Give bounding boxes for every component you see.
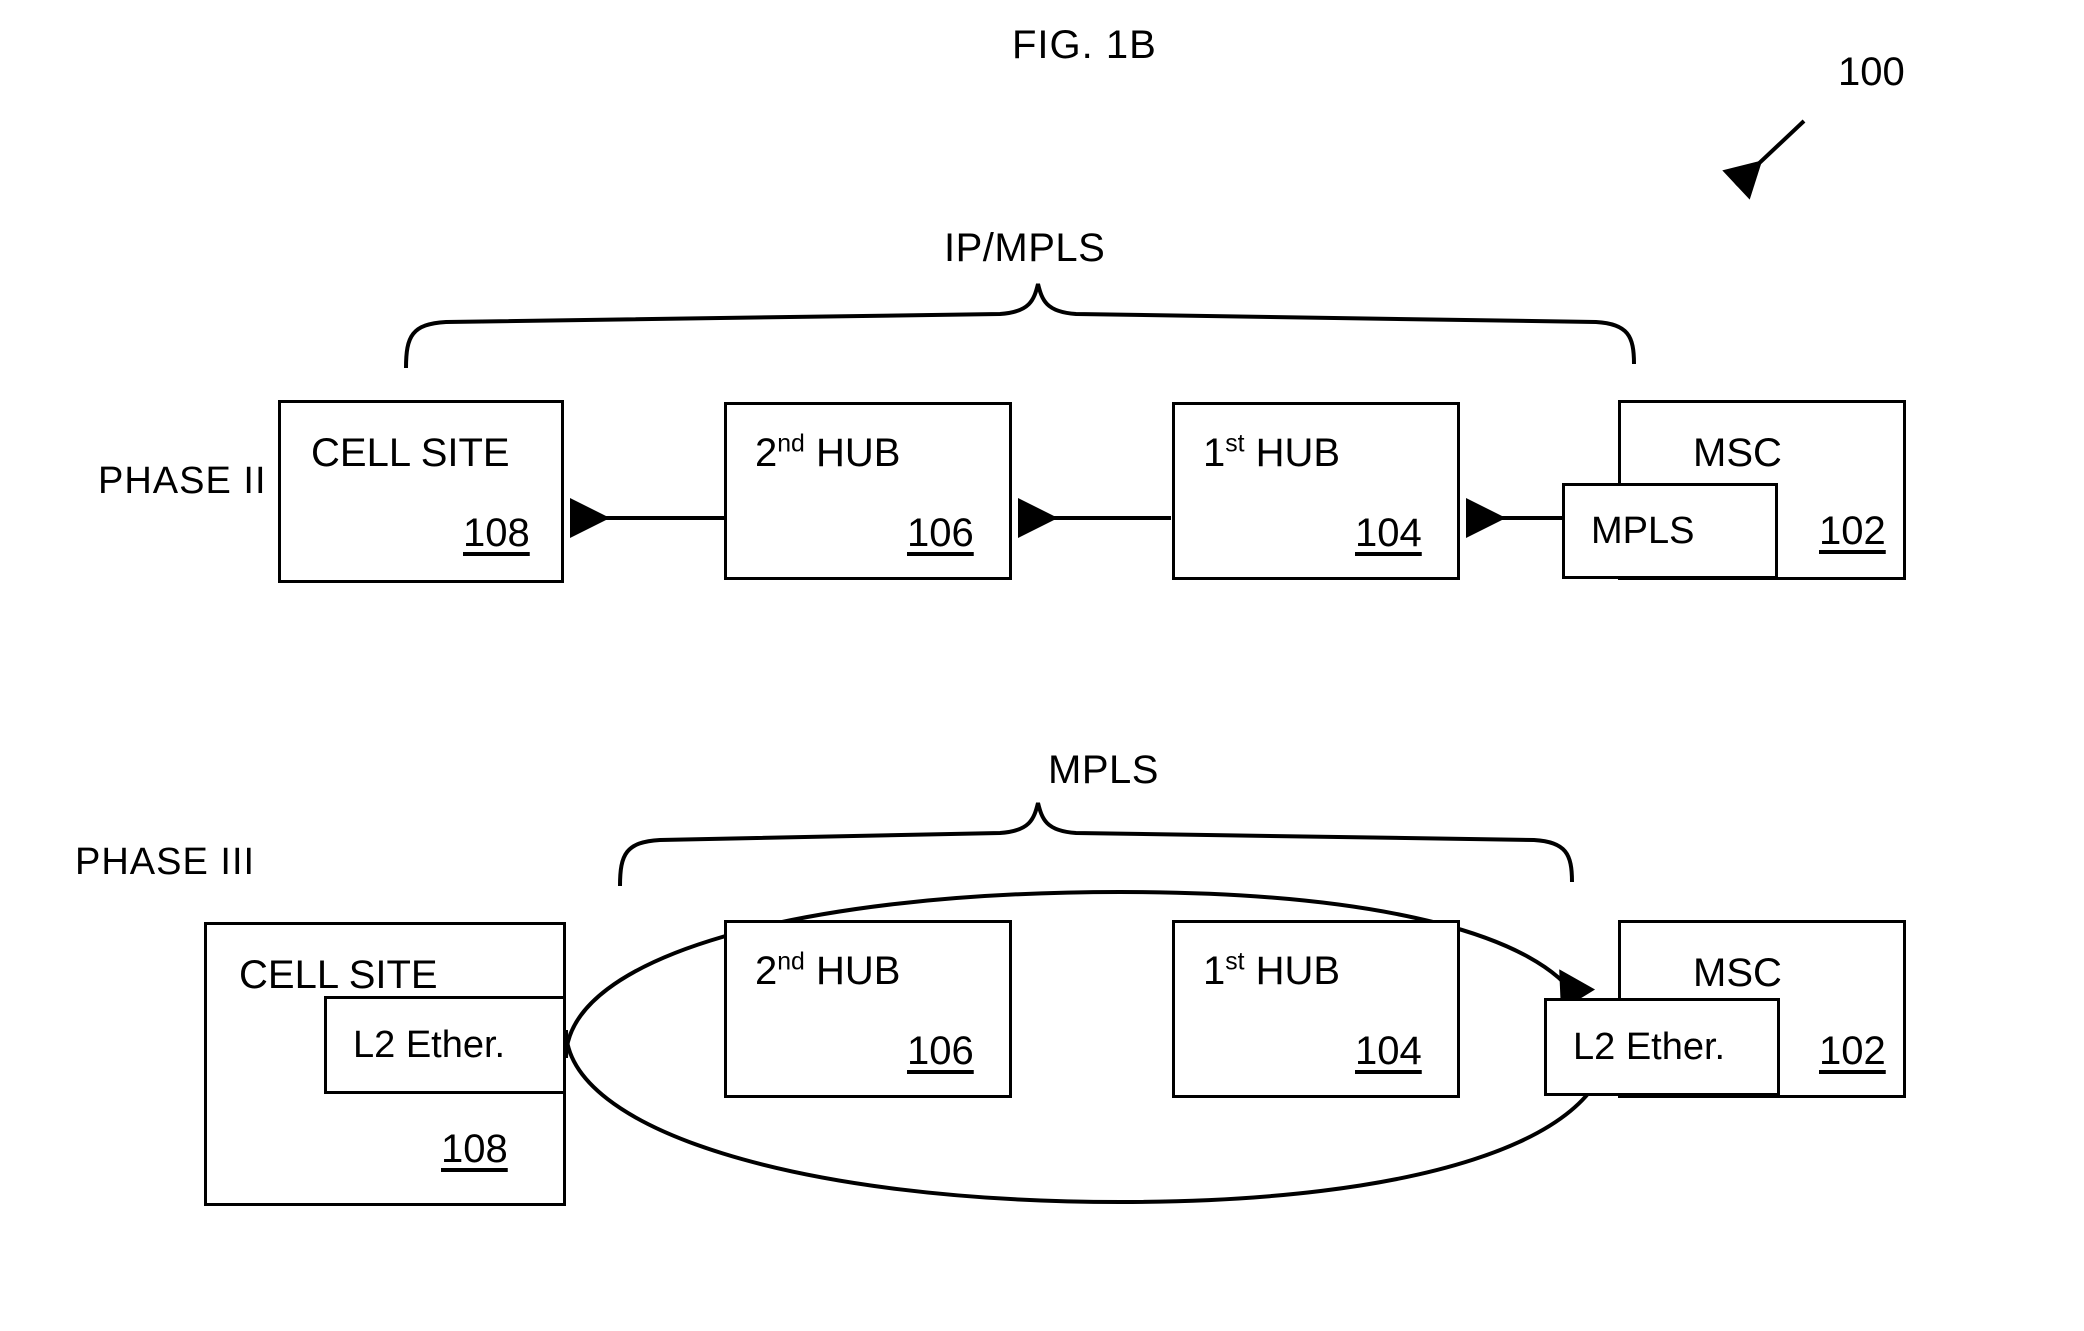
phase-3-first-hub-title: 1st HUB bbox=[1203, 949, 1340, 994]
system-reference-number: 100 bbox=[1838, 50, 1905, 94]
phase-3-msc-ref: 102 bbox=[1819, 1029, 1886, 1073]
phase-3-cell-site-sub-box-label: L2 Ether. bbox=[353, 1023, 506, 1066]
phase-2-node-cell-site[interactable]: CELL SITE 108 bbox=[278, 400, 564, 583]
phase-2-brace bbox=[404, 283, 1636, 369]
phase-2-cell-site-title: CELL SITE bbox=[311, 431, 510, 475]
phase-3-node-second-hub[interactable]: 2nd HUB 106 bbox=[724, 920, 1012, 1098]
phase-3-cell-site-sub-box-l2-ether[interactable]: L2 Ether. bbox=[324, 996, 566, 1094]
phase-3-label: PHASE III bbox=[75, 841, 256, 883]
phase-2-first-hub-ref: 104 bbox=[1355, 511, 1422, 555]
phase-3-second-hub-title-suffix: HUB bbox=[804, 949, 901, 993]
phase-3-first-hub-ref: 104 bbox=[1355, 1029, 1422, 1073]
phase-3-second-hub-title: 2nd HUB bbox=[755, 949, 900, 994]
phase-2-msc-sub-box-mpls[interactable]: MPLS bbox=[1562, 483, 1778, 579]
phase-2-second-hub-ref: 106 bbox=[907, 511, 974, 555]
phase-2-msc-ref: 102 bbox=[1819, 509, 1886, 553]
phase-3-msc-sub-box-l2-ether[interactable]: L2 Ether. bbox=[1544, 998, 1780, 1096]
figure-title: FIG. 1B bbox=[1012, 23, 1157, 67]
phase-3-second-hub-title-sup: nd bbox=[777, 948, 805, 976]
phase-3-brace-label: MPLS bbox=[1048, 748, 1159, 792]
phase-3-first-hub-title-sup: st bbox=[1225, 948, 1245, 976]
phase-2-second-hub-title-sup: nd bbox=[777, 430, 805, 458]
phase-2-msc-title: MSC bbox=[1693, 431, 1782, 475]
phase-3-second-hub-ref: 106 bbox=[907, 1029, 974, 1073]
phase-3-cell-site-title: CELL SITE bbox=[239, 953, 438, 997]
phase-3-first-hub-title-suffix: HUB bbox=[1244, 949, 1341, 993]
phase-3-node-first-hub[interactable]: 1st HUB 104 bbox=[1172, 920, 1460, 1098]
phase-3-cell-site-ref: 108 bbox=[441, 1127, 508, 1171]
phase-2-second-hub-title-suffix: HUB bbox=[804, 431, 901, 475]
phase-3-msc-title: MSC bbox=[1693, 951, 1782, 995]
phase-2-first-hub-title: 1st HUB bbox=[1203, 431, 1340, 476]
phase-2-brace-label: IP/MPLS bbox=[944, 226, 1106, 270]
phase-2-second-hub-title: 2nd HUB bbox=[755, 431, 900, 476]
phase-2-first-hub-title-sup: st bbox=[1225, 430, 1245, 458]
phase-3-msc-sub-box-label: L2 Ether. bbox=[1573, 1025, 1726, 1068]
phase-2-label: PHASE II bbox=[98, 460, 267, 502]
system-reference-leader-arrow bbox=[1722, 119, 1806, 200]
phase-3-first-hub-title-prefix: 1 bbox=[1203, 949, 1226, 993]
phase-2-msc-sub-box-label: MPLS bbox=[1591, 509, 1695, 552]
phase-2-cell-site-ref: 108 bbox=[463, 511, 530, 555]
phase-2-first-hub-title-suffix: HUB bbox=[1244, 431, 1341, 475]
phase-2-second-hub-title-prefix: 2 bbox=[755, 431, 778, 475]
phase-2-node-first-hub[interactable]: 1st HUB 104 bbox=[1172, 402, 1460, 580]
phase-3-second-hub-title-prefix: 2 bbox=[755, 949, 778, 993]
patent-figure: FIG. 1B 100 IP/MPLS PHASE II CELL SITE 1… bbox=[0, 0, 2084, 1331]
phase-3-brace bbox=[618, 802, 1574, 887]
phase-2-node-second-hub[interactable]: 2nd HUB 106 bbox=[724, 402, 1012, 580]
phase-2-first-hub-title-prefix: 1 bbox=[1203, 431, 1226, 475]
